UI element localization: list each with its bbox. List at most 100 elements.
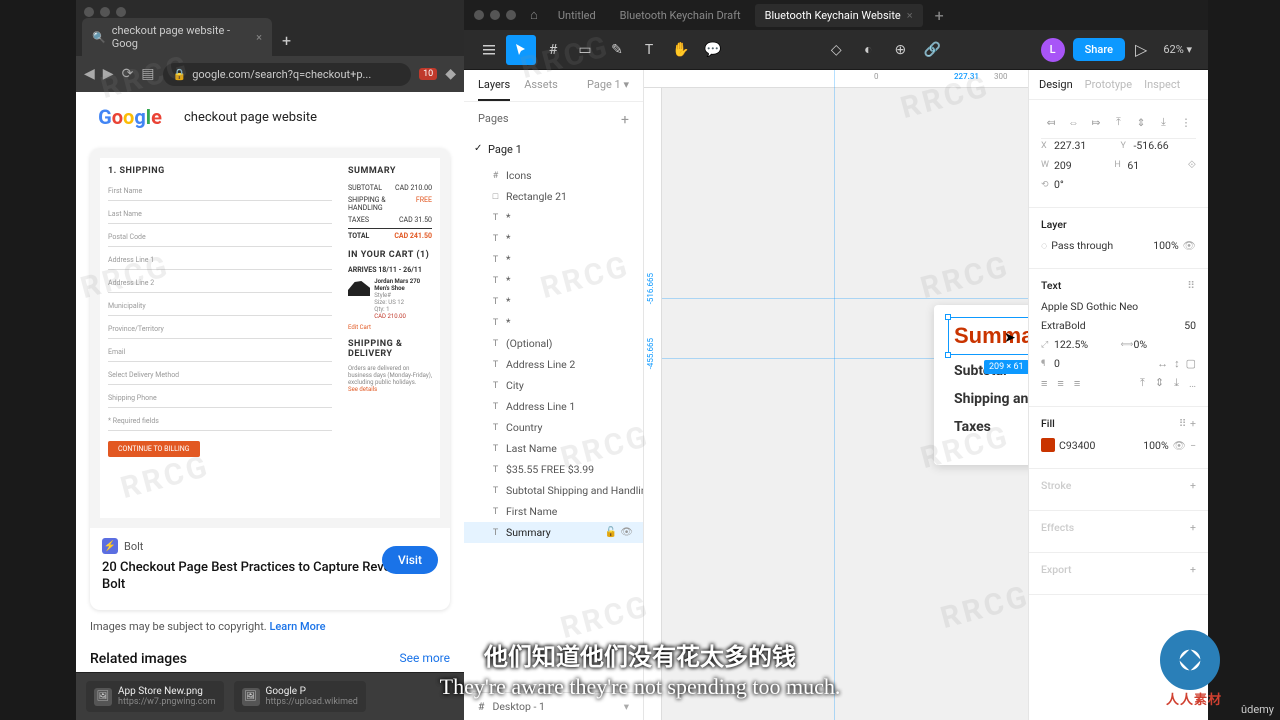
hand-tool[interactable]: ✋ (666, 35, 696, 65)
text-align-right-icon[interactable]: ≡ (1074, 377, 1080, 390)
align-vcenter-icon[interactable]: ⇕ (1131, 114, 1151, 130)
result-image[interactable]: ✕ ⊙ ⋮ ‹ › 1. SHIPPING First Name Last Na… (90, 148, 450, 528)
layer-item[interactable]: T* (464, 270, 643, 291)
layer-item[interactable]: TAddress Line 1 (464, 396, 643, 417)
paragraph-spacing[interactable]: 0 (1054, 357, 1060, 370)
text-valign-top-icon[interactable]: ⤒ (1140, 376, 1145, 390)
visibility-icon[interactable]: 👁 (620, 527, 633, 538)
figma-tab[interactable]: Bluetooth Keychain Draft (610, 4, 751, 27)
text-valign-bot-icon[interactable]: ⤓ (1174, 376, 1179, 390)
link-icon[interactable]: 🔗 (917, 35, 947, 65)
fill-styles-icon[interactable]: ⠿ (1179, 417, 1188, 430)
extension-badge[interactable]: 10 (419, 68, 437, 80)
align-bottom-icon[interactable]: ⤓ (1154, 114, 1174, 130)
search-query[interactable]: checkout page website (184, 110, 317, 125)
mask-icon[interactable]: ◐ (853, 35, 883, 65)
component-icon[interactable]: ◇ (821, 35, 851, 65)
visibility-icon[interactable]: 👁 (1183, 239, 1196, 252)
x-field[interactable]: 227.31 (1054, 139, 1086, 152)
minimize-window[interactable] (490, 10, 500, 20)
forward-button[interactable]: ▶ (103, 66, 114, 82)
layer-item[interactable]: T* (464, 228, 643, 249)
font-size[interactable]: 50 (1184, 319, 1196, 332)
font-weight[interactable]: ExtraBold (1041, 319, 1180, 332)
address-bar[interactable]: 🔒 google.com/search?q=checkout+p... (163, 63, 412, 86)
menu-button[interactable] (474, 35, 504, 65)
minimize-window[interactable] (100, 7, 110, 17)
y-field[interactable]: -516.66 (1134, 139, 1169, 152)
layer-item[interactable]: #Icons (464, 165, 643, 186)
home-icon[interactable]: ⌂ (530, 7, 538, 23)
reader-button[interactable]: ▤ (141, 66, 154, 82)
layer-item[interactable]: TAddress Line 2 (464, 354, 643, 375)
maximize-window[interactable] (116, 7, 126, 17)
layer-item[interactable]: TSubtotal Shipping and Handling Ta... (464, 480, 643, 501)
layer-item[interactable]: □Rectangle 21 (464, 186, 643, 207)
align-right-icon[interactable]: ⤇ (1086, 114, 1106, 130)
auto-width-icon[interactable]: ↔ (1157, 357, 1168, 370)
google-logo[interactable]: Google (90, 102, 170, 132)
fixed-size-icon[interactable]: ▢ (1186, 357, 1196, 370)
layer-item[interactable]: T* (464, 291, 643, 312)
user-avatar[interactable]: L (1041, 38, 1065, 62)
lock-icon[interactable]: 🔓 (605, 527, 617, 538)
rotation-field[interactable]: 0° (1054, 178, 1064, 191)
back-button[interactable]: ◀ (84, 66, 95, 82)
add-page-button[interactable]: + (621, 112, 629, 128)
text-tool[interactable]: T (634, 35, 664, 65)
present-button[interactable]: ▷ (1125, 40, 1157, 59)
layer-item[interactable]: T$35.55 FREE $3.99 (464, 459, 643, 480)
zoom-dropdown[interactable]: 62% ▾ (1157, 43, 1198, 56)
new-tab-button[interactable]: + (927, 2, 952, 29)
learn-more-link[interactable]: Learn More (269, 620, 325, 633)
inspect-tab[interactable]: Inspect (1144, 78, 1180, 99)
design-tab[interactable]: Design (1039, 78, 1073, 99)
boolean-icon[interactable]: ⊕ (885, 35, 915, 65)
page-item[interactable]: Page 1 (464, 138, 643, 161)
blend-mode[interactable]: Pass through (1051, 239, 1149, 252)
frame-tool[interactable]: # (538, 35, 568, 65)
comment-tool[interactable]: 💬 (698, 35, 728, 65)
constrain-icon[interactable]: ⟐ (1188, 158, 1196, 172)
move-tool[interactable] (506, 35, 536, 65)
share-button[interactable]: Share (1073, 38, 1125, 61)
add-effect-button[interactable]: + (1190, 521, 1196, 534)
close-window[interactable] (474, 10, 484, 20)
page-dropdown[interactable]: Page 1 ▾ (587, 78, 629, 101)
line-height[interactable]: 122.5% (1054, 338, 1088, 351)
download-item[interactable]: 🖼 Google P https://upload.wikimed (234, 681, 366, 712)
assets-tab[interactable]: Assets (524, 78, 558, 101)
layer-item[interactable]: T* (464, 312, 643, 333)
text-more-icon[interactable]: … (1189, 377, 1196, 390)
fill-hex[interactable]: C93400 (1059, 439, 1139, 452)
layer-item[interactable]: T* (464, 207, 643, 228)
text-align-left-icon[interactable]: ≡ (1041, 377, 1047, 390)
figma-tab-active[interactable]: Bluetooth Keychain Website× (755, 4, 923, 27)
fill-swatch[interactable] (1041, 438, 1055, 452)
auto-height-icon[interactable]: ↕ (1174, 357, 1180, 370)
download-item[interactable]: 🖼 App Store New.png https://w7.pngwing.c… (86, 681, 224, 712)
close-tab-icon[interactable]: × (256, 31, 262, 44)
add-export-button[interactable]: + (1190, 563, 1196, 576)
prototype-tab[interactable]: Prototype (1085, 78, 1132, 99)
layer-item[interactable]: TLast Name (464, 438, 643, 459)
h-field[interactable]: 61 (1127, 159, 1139, 172)
align-left-icon[interactable]: ⤆ (1041, 114, 1061, 130)
font-family[interactable]: Apple SD Gothic Neo (1041, 300, 1138, 313)
layer-item[interactable]: TCity (464, 375, 643, 396)
fill-visibility-icon[interactable]: 👁 (1173, 439, 1186, 452)
reload-button[interactable]: ⟳ (122, 66, 134, 82)
new-tab-button[interactable]: + (272, 25, 301, 56)
pen-tool[interactable]: ✎ (602, 35, 632, 65)
add-fill-button[interactable]: + (1190, 417, 1196, 430)
letter-spacing[interactable]: 0% (1134, 338, 1148, 351)
distribute-icon[interactable]: ⋮ (1176, 114, 1196, 130)
blend-icon[interactable]: ◌ (1041, 239, 1047, 252)
close-tab-icon[interactable]: × (907, 9, 913, 22)
browser-tab-active[interactable]: 🔍 checkout page website - Goog × (82, 18, 272, 56)
fill-opacity[interactable]: 100% (1143, 439, 1168, 452)
layers-tab[interactable]: Layers (478, 78, 510, 101)
add-stroke-button[interactable]: + (1190, 479, 1196, 492)
canvas[interactable]: 0300227.31436.31500 -516.665 -455.665 Su… (644, 70, 1028, 720)
visit-button[interactable]: Visit (382, 546, 438, 574)
